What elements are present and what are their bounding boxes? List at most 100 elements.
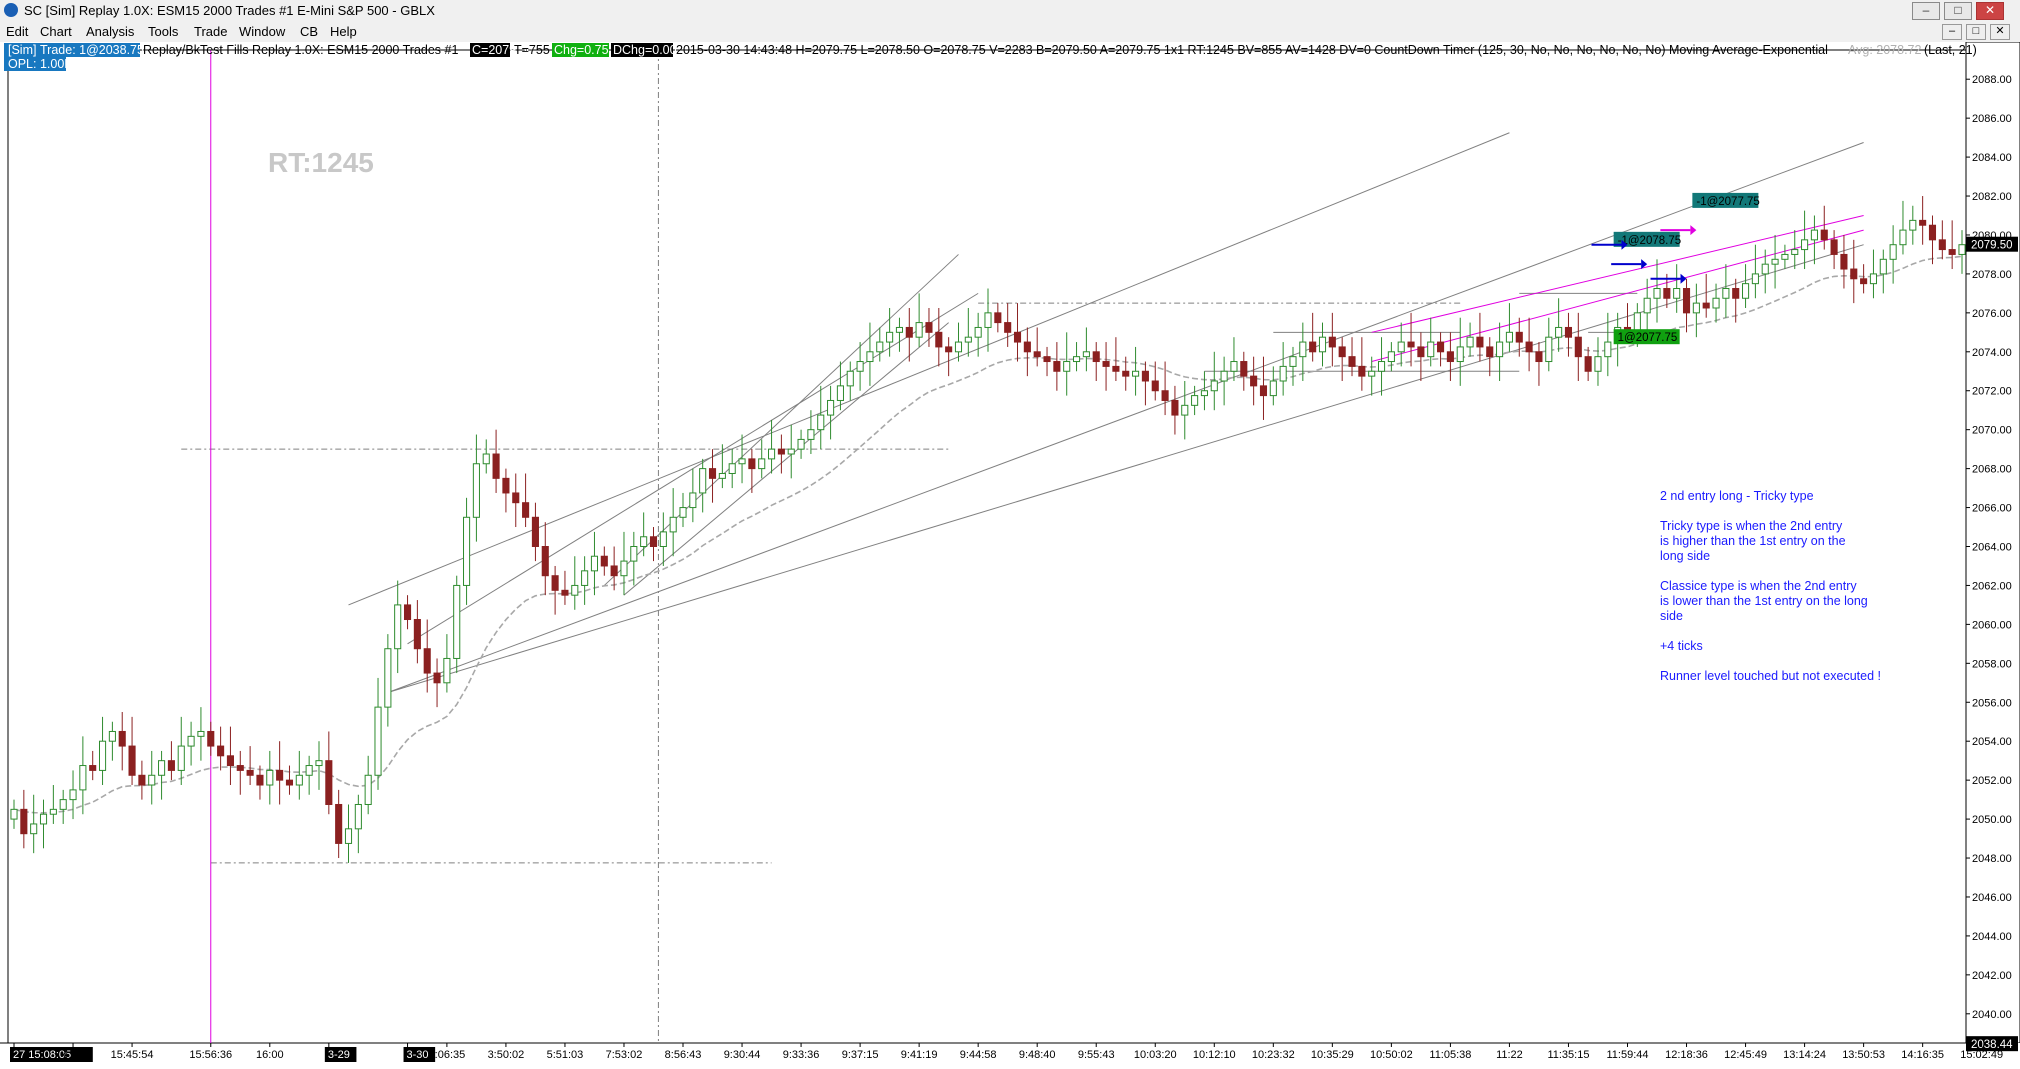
- price-tick-label: 2082.00: [1972, 191, 2012, 203]
- candle-body: [433, 672, 441, 684]
- daily-change: DChg=0.00: [613, 43, 677, 57]
- menu-tools[interactable]: Tools: [148, 22, 178, 42]
- price-tick-label: 2088.00: [1972, 74, 2012, 86]
- price-tick-label: 2068.00: [1972, 464, 2012, 476]
- time-label: 14:16:35: [1901, 1049, 1944, 1061]
- time-label: 10:50:02: [1370, 1049, 1413, 1061]
- price-tick-label: 2046.00: [1972, 892, 2012, 904]
- candle-body: [472, 463, 480, 518]
- annotation-text: long side: [1660, 549, 1710, 563]
- candle-body: [108, 730, 116, 742]
- time-label: 8:56:43: [665, 1049, 702, 1061]
- candle-body: [571, 584, 579, 596]
- annotation-text: is higher than the 1st entry on the: [1660, 534, 1846, 548]
- candle-body: [659, 531, 667, 548]
- candle-body: [669, 516, 677, 533]
- menu-help[interactable]: Help: [330, 22, 357, 42]
- candle-body: [777, 448, 785, 455]
- candle-body: [1348, 356, 1356, 367]
- time-label: 9:41:19: [901, 1049, 938, 1061]
- candle-body: [1889, 244, 1897, 260]
- candle-body: [1220, 370, 1228, 382]
- time-label: 10:12:10: [1193, 1049, 1236, 1061]
- candle-body: [836, 385, 844, 401]
- menu-cb[interactable]: CB: [300, 22, 318, 42]
- time-label: 9:44:58: [960, 1049, 997, 1061]
- price-tick-label: 2062.00: [1972, 580, 2012, 592]
- candle-body: [1909, 219, 1917, 231]
- candle-body: [1525, 341, 1533, 353]
- candle-body: [699, 468, 707, 494]
- candle-body: [1476, 336, 1484, 348]
- candle-body: [1604, 341, 1612, 358]
- price-chart[interactable]: RT:1245 -1@2078.75 -1@2077.75 1@2077.75 20…: [0, 42, 2020, 1069]
- candle-body: [827, 399, 835, 416]
- maximize-button[interactable]: □: [1944, 2, 1972, 20]
- candle-body: [1013, 331, 1022, 343]
- candle-body: [10, 808, 18, 820]
- candle-body: [453, 584, 461, 659]
- candle-body: [118, 730, 126, 747]
- price-tick-label: 2050.00: [1972, 814, 2012, 826]
- menu-edit[interactable]: Edit: [6, 22, 28, 42]
- candle-body: [1279, 365, 1287, 382]
- candle-body: [1072, 356, 1081, 363]
- time-label: 9:37:15: [842, 1049, 879, 1061]
- time-label: 4:45: [62, 1049, 83, 1061]
- candle-body: [1387, 351, 1395, 363]
- candle-body: [1958, 244, 1966, 255]
- minimize-button[interactable]: –: [1912, 2, 1940, 20]
- candle-body: [128, 745, 136, 776]
- time-label: 13:50:53: [1842, 1049, 1885, 1061]
- close-button[interactable]: ✕: [1976, 2, 2004, 20]
- candle-body: [1112, 365, 1120, 372]
- menu-window[interactable]: Window: [239, 22, 285, 42]
- candle-body: [728, 463, 736, 474]
- mdi-close-button[interactable]: ✕: [1990, 24, 2010, 40]
- candle-body: [1171, 399, 1179, 416]
- candle-body: [905, 326, 913, 338]
- candle-body: [1692, 302, 1700, 314]
- candle-body: [158, 760, 166, 776]
- candle-body: [246, 769, 254, 776]
- candle-body: [1053, 361, 1061, 372]
- candle-body: [1781, 253, 1789, 260]
- candle-body: [895, 326, 904, 333]
- candle-body: [1801, 239, 1809, 251]
- mdi-restore-button[interactable]: □: [1966, 24, 1986, 40]
- candle-body: [1102, 361, 1110, 367]
- candle-body: [20, 808, 28, 835]
- candle-body: [1938, 239, 1946, 251]
- candle-body: [1023, 341, 1031, 353]
- candle-body: [39, 813, 48, 825]
- candle-body: [1161, 390, 1169, 401]
- candle-body: [915, 322, 923, 338]
- candle-body: [561, 589, 569, 596]
- price-tick-label: 2086.00: [1972, 113, 2012, 125]
- candle-body: [1092, 351, 1100, 363]
- price-tick-label: 2054.00: [1972, 736, 2012, 748]
- time-label: 13:14:24: [1783, 1049, 1826, 1061]
- date-label: 3-29: [328, 1049, 350, 1061]
- menu-analysis[interactable]: Analysis: [86, 22, 134, 42]
- rt-watermark: RT:1245: [268, 147, 374, 178]
- time-label: 12:18:36: [1665, 1049, 1708, 1061]
- candle-body: [1850, 268, 1858, 280]
- candle-body: [590, 555, 599, 572]
- candle-body: [295, 774, 303, 786]
- time-label: 10:23:32: [1252, 1049, 1295, 1061]
- annotation-text: Classice type is when the 2nd entry: [1660, 579, 1857, 593]
- candle-body: [1181, 404, 1189, 416]
- fill-label: -1@2077.75: [1696, 196, 1759, 208]
- menu-chart[interactable]: Chart: [40, 22, 72, 42]
- price-tick-label: 2070.00: [1972, 425, 2012, 437]
- mdi-minimize-button[interactable]: –: [1942, 24, 1962, 40]
- price-tick-label: 2044.00: [1972, 931, 2012, 943]
- candle-body: [610, 565, 618, 577]
- time-label: 11:05:38: [1429, 1049, 1471, 1061]
- menu-trade[interactable]: Trade: [194, 22, 227, 42]
- candle-body: [1456, 346, 1464, 363]
- candle-body: [807, 429, 815, 440]
- date-label: 3-30: [407, 1049, 429, 1061]
- time-label: 9:55:43: [1078, 1049, 1115, 1061]
